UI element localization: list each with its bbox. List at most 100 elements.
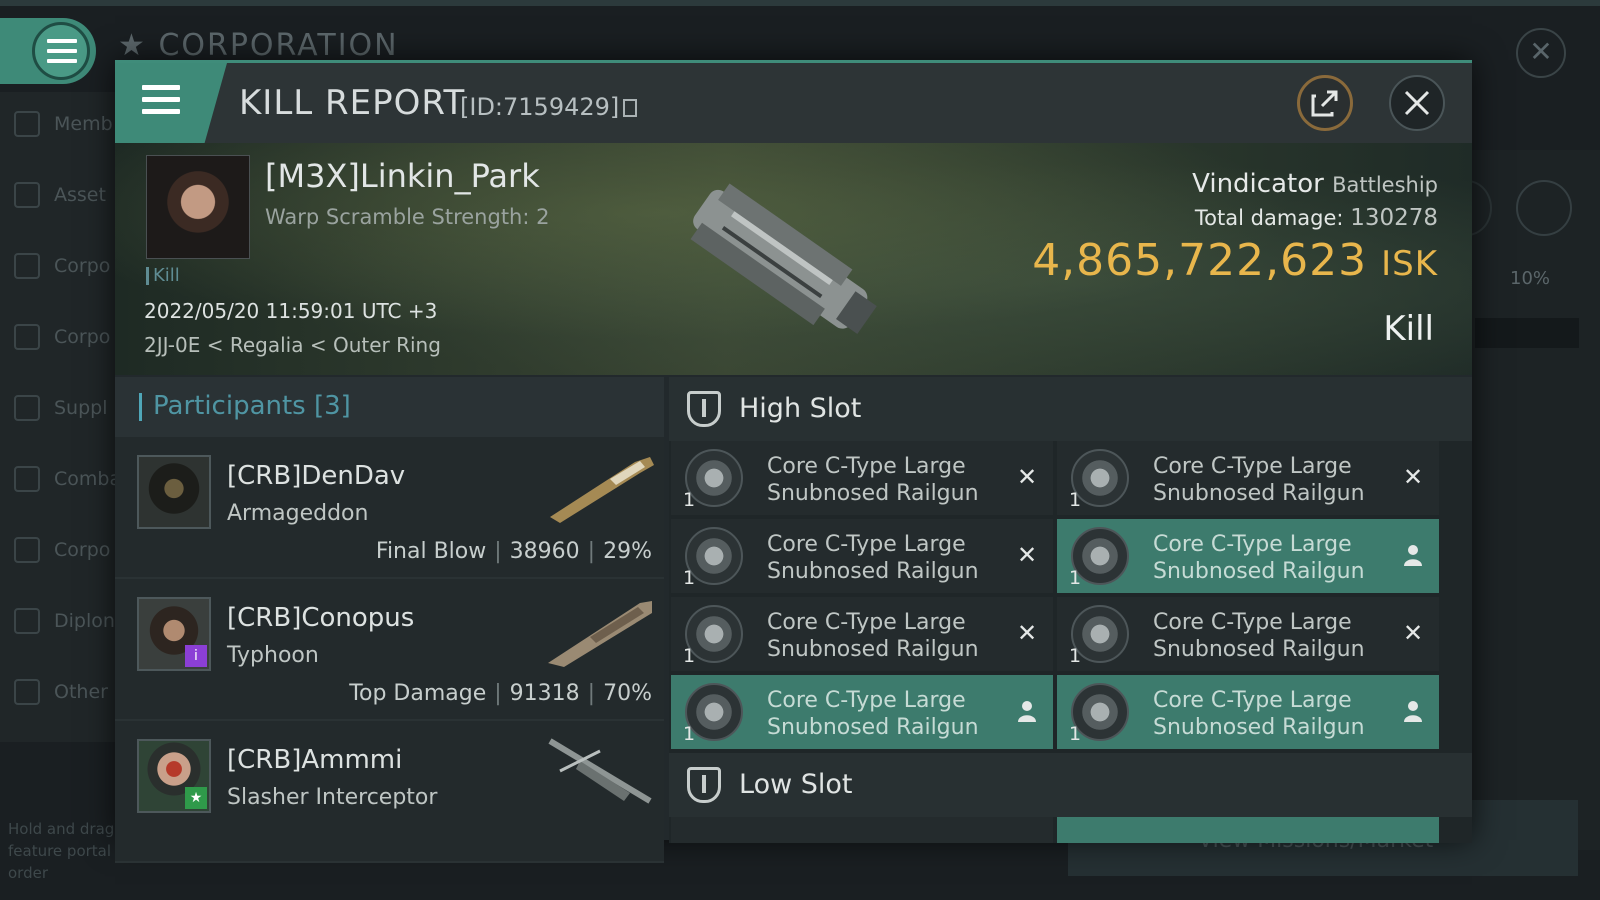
kill-id-text: [ID:7159429] [460, 93, 620, 121]
participant-damage: 91318 [509, 681, 580, 706]
total-damage-value: 130278 [1350, 205, 1438, 231]
victim-ship[interactable]: Vindicator Battleship [1192, 169, 1438, 199]
low-slot-label: Low Slot [739, 769, 853, 800]
participant-row[interactable]: ★ [CRB]Ammmi Slasher Interceptor [115, 721, 664, 863]
sidebar-item-diplomacy[interactable]: Diplon [14, 606, 115, 636]
module-item[interactable]: 1 Core C-Type Large Snubnosed Railgun ✕ [1057, 597, 1439, 671]
module-quantity: 1 [683, 645, 696, 667]
participant-avatar[interactable]: ★ [137, 739, 211, 813]
victim-avatar[interactable] [146, 155, 250, 259]
chart-icon [14, 253, 40, 279]
victim-name[interactable]: [M3X]Linkin_Park [265, 157, 540, 195]
background-close-icon[interactable]: ✕ [1516, 28, 1566, 78]
person-icon [1404, 545, 1422, 566]
isk-value: 4,865,722,623 ISK [1032, 235, 1438, 286]
kill-report-menu-button[interactable] [115, 63, 227, 143]
module-item[interactable]: 1 Core C-Type Large Snubnosed Railgun ✕ [1057, 441, 1439, 515]
supply-icon [14, 395, 40, 421]
background-hint: Hold and drag feature portal order [8, 820, 115, 882]
participant-ship: Slasher Interceptor [227, 785, 438, 810]
person-icon [1404, 701, 1422, 722]
participant-avatar[interactable]: i [137, 597, 211, 671]
sidebar-item-corp-2[interactable]: Corpo [14, 322, 110, 352]
participant-row[interactable]: i [CRB]Conopus Typhoon Top Damage | 91318 |… [115, 579, 664, 721]
hamburger-icon [47, 39, 77, 63]
background-share-icon[interactable] [1516, 180, 1572, 236]
separator: | [587, 681, 596, 706]
background-title: ★ CORPORATION [118, 28, 399, 63]
sidebar-item-combat[interactable]: Comba [14, 464, 121, 494]
participant-percent: 70% [603, 681, 652, 706]
info-badge-icon: i [185, 645, 207, 667]
module-quantity: 1 [683, 723, 696, 745]
participant-stats: Top Damage | 91318 | 70% [349, 681, 652, 706]
module-name: Core C-Type Large Snubnosed Railgun [1153, 610, 1365, 662]
module-item[interactable]: 1 Core C-Type Large Snubnosed Railgun [1057, 675, 1439, 749]
module-item[interactable]: 1 Core C-Type Large Snubnosed Railgun ✕ [671, 597, 1053, 671]
module-quantity: 1 [683, 567, 696, 589]
participant-row[interactable]: [CRB]DenDav Armageddon Final Blow | 38960 |… [115, 437, 664, 579]
participants-accent-bar [139, 393, 142, 421]
sidebar-item-corp-3[interactable]: Corpo [14, 535, 110, 565]
fitting-panel: High Slot 1 Core C-Type Large Snubnosed … [669, 377, 1472, 843]
close-button[interactable] [1389, 75, 1445, 131]
top-bar [0, 0, 1600, 6]
module-name: Core C-Type Large Snubnosed Railgun [767, 610, 979, 662]
destroyed-icon: ✕ [1016, 541, 1038, 569]
participant-percent: 29% [603, 539, 652, 564]
module-name: Core C-Type Large Snubnosed Railgun [767, 454, 979, 506]
main-menu-button[interactable] [0, 18, 96, 84]
sidebar-item-supply[interactable]: Suppl [14, 393, 108, 423]
assets-icon [14, 182, 40, 208]
kill-report-id[interactable]: [ID:7159429] [460, 93, 638, 121]
kill-report-title: KILL REPORT [239, 83, 466, 123]
separator: | [494, 681, 502, 706]
participant-avatar[interactable] [137, 455, 211, 529]
total-damage-label: Total damage: [1194, 206, 1344, 230]
module-item[interactable]: 1 Core C-Type Large Snubnosed Railgun ✕ [671, 441, 1053, 515]
close-icon [1404, 90, 1430, 116]
warp-scramble-strength: Warp Scramble Strength: 2 [265, 205, 550, 229]
module-name: Core C-Type Large Snubnosed Railgun [1153, 688, 1365, 740]
module-item[interactable] [1057, 817, 1439, 843]
pie-icon [14, 324, 40, 350]
destroyed-icon: ✕ [1402, 619, 1424, 647]
participant-ship: Armageddon [227, 501, 369, 526]
hamburger-icon [142, 85, 180, 121]
isk-amount: 4,865,722,623 [1032, 235, 1368, 286]
high-slot-header: High Slot [669, 377, 1472, 441]
kill-result: Kill [1383, 309, 1434, 349]
participant-role: Final Blow [375, 539, 487, 564]
module-quantity: 1 [1069, 567, 1082, 589]
participants-panel: Participants [3] [CRB]DenDav Armageddon … [115, 377, 664, 863]
share-button[interactable] [1297, 75, 1353, 131]
kill-location[interactable]: 2JJ-0E < Regalia < Outer Ring [144, 333, 441, 357]
sidebar-item-other[interactable]: Other [14, 677, 108, 707]
participant-name: [CRB]DenDav [227, 461, 406, 491]
module-item[interactable]: 1 Core C-Type Large Snubnosed Railgun [1057, 519, 1439, 593]
total-damage: Total damage: 130278 [1195, 205, 1438, 231]
destroyed-icon: ✕ [1402, 463, 1424, 491]
sidebar-item-members[interactable]: Memb [14, 109, 113, 139]
copy-icon[interactable] [623, 99, 638, 117]
module-item[interactable] [671, 817, 1053, 843]
isk-unit: ISK [1381, 244, 1438, 284]
module-quantity: 1 [683, 489, 696, 511]
module-quantity: 1 [1069, 489, 1082, 511]
high-slot-icon [687, 391, 721, 427]
ship-class: Battleship [1332, 173, 1438, 197]
module-quantity: 1 [1069, 723, 1082, 745]
participant-name: [CRB]Conopus [227, 603, 415, 633]
kill-datetime: 2022/05/20 11:59:01 UTC +3 [144, 299, 438, 323]
low-slot-grid [669, 817, 1472, 843]
victim-ship-image [690, 183, 877, 334]
participant-role: Top Damage [349, 681, 487, 706]
module-item[interactable]: 1 Core C-Type Large Snubnosed Railgun [671, 675, 1053, 749]
handshake-icon [14, 608, 40, 634]
module-item[interactable]: 1 Core C-Type Large Snubnosed Railgun ✕ [671, 519, 1053, 593]
module-name: Core C-Type Large Snubnosed Railgun [1153, 532, 1365, 584]
sidebar-item-assets[interactable]: Asset [14, 180, 106, 210]
background-bar [1475, 318, 1579, 348]
participant-ship: Typhoon [227, 643, 319, 668]
sidebar-item-corp-1[interactable]: Corpo [14, 251, 110, 281]
